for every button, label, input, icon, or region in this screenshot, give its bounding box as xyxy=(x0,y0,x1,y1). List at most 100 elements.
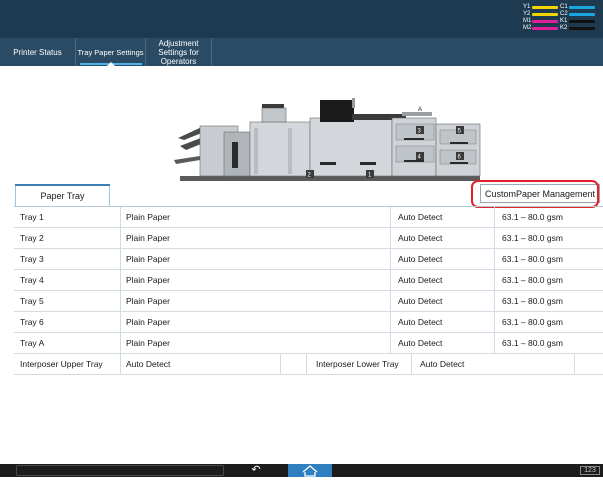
tray-paper-type: Plain Paper xyxy=(126,233,170,243)
tray-row[interactable]: Tray 3 Plain Paper Auto Detect 63.1 – 80.0 … xyxy=(14,249,603,270)
tab-printer-status-label: Printer Status xyxy=(13,47,62,57)
tray-paper-weight: 63.1 – 80.0 gsm xyxy=(502,296,563,306)
toner-bar xyxy=(569,6,595,9)
tray-paper-size: Auto Detect xyxy=(398,212,443,222)
tray-row[interactable]: Tray A Plain Paper Auto Detect 63.1 – 80.0 … xyxy=(14,333,603,354)
tray-paper-size: Auto Detect xyxy=(398,338,443,348)
tray-paper-weight: 63.1 – 80.0 gsm xyxy=(502,233,563,243)
toner-label: C2 xyxy=(560,11,568,17)
tray-name: Tray 2 xyxy=(20,233,44,243)
column-divider xyxy=(494,228,495,248)
tray-row[interactable]: Tray 2 Plain Paper Auto Detect 63.1 – 80.0 … xyxy=(14,228,603,249)
tray-name: Tray 5 xyxy=(20,296,44,306)
column-divider xyxy=(574,354,575,374)
keyboard-toggle-button[interactable]: 123 xyxy=(580,466,600,475)
column-divider xyxy=(494,270,495,290)
paper-tray-tab-label: Paper Tray xyxy=(40,190,85,201)
keyboard-toggle-label: 123 xyxy=(584,467,596,474)
toner-label: M1 xyxy=(523,18,532,24)
column-divider xyxy=(120,270,121,290)
column-divider xyxy=(390,249,391,269)
toner-bar xyxy=(569,27,595,30)
tray-paper-type: Plain Paper xyxy=(126,296,170,306)
back-arrow-icon: ↶ xyxy=(251,464,261,476)
tray-name: Tray 1 xyxy=(20,212,44,222)
toner-label: C1 xyxy=(560,4,568,10)
interposer-upper-value[interactable]: Auto Detect xyxy=(126,354,170,374)
toner-label: M2 xyxy=(523,25,532,31)
column-divider xyxy=(120,207,121,227)
toner-bar xyxy=(569,20,595,23)
interposer-lower-label: Interposer Lower Tray xyxy=(316,359,399,369)
column-divider xyxy=(390,291,391,311)
tab-tray-paper-settings-label: Tray Paper Settings xyxy=(77,47,144,57)
top-status-bar: Y1 C1 Y2 C2 M1 K1 M2 K2 xyxy=(0,0,603,38)
toner-bar xyxy=(532,20,558,23)
home-button[interactable] xyxy=(288,464,332,477)
tray-paper-weight: 63.1 – 80.0 gsm xyxy=(502,317,563,327)
toner-label: K1 xyxy=(560,18,568,24)
interposer-lower-value[interactable]: Auto Detect xyxy=(420,354,464,374)
tray-paper-size: Auto Detect xyxy=(398,317,443,327)
toner-m1: M1 xyxy=(523,18,560,25)
tray-paper-weight: 63.1 – 80.0 gsm xyxy=(502,254,563,264)
tray-paper-size: Auto Detect xyxy=(398,254,443,264)
toner-c1: C1 xyxy=(560,4,597,11)
tray-paper-type: Plain Paper xyxy=(126,317,170,327)
active-tab-notch xyxy=(105,62,116,67)
column-divider xyxy=(120,333,121,353)
printer-machine-illustration: A 3 5 4 6 2 1 xyxy=(174,98,481,181)
tray-paper-type: Plain Paper xyxy=(126,275,170,285)
tray-paper-weight: 63.1 – 80.0 gsm xyxy=(502,338,563,348)
home-icon xyxy=(302,465,318,477)
interposer-upper-label: Interposer Upper Tray xyxy=(20,359,103,369)
toner-row: M1 K1 xyxy=(523,18,597,25)
bottom-system-bar: ↶ 123 xyxy=(0,464,603,477)
tray-row[interactable]: Tray 5 Plain Paper Auto Detect 63.1 – 80.0 … xyxy=(14,291,603,312)
toner-bar xyxy=(532,13,558,16)
toner-y1: Y1 xyxy=(523,4,560,11)
tray-name: Tray 6 xyxy=(20,317,44,327)
column-divider xyxy=(494,207,495,227)
tray-row[interactable]: Tray 1 Plain Paper Auto Detect 63.1 – 80.0 … xyxy=(14,207,603,228)
column-divider xyxy=(390,270,391,290)
tray-name: Tray 3 xyxy=(20,254,44,264)
column-divider xyxy=(390,333,391,353)
column-divider xyxy=(120,228,121,248)
toner-level-indicator: Y1 C1 Y2 C2 M1 K1 M2 K2 xyxy=(523,4,597,32)
tray-paper-size: Auto Detect xyxy=(398,275,443,285)
tray-label-A: A xyxy=(418,107,422,113)
tray-paper-type: Plain Paper xyxy=(126,212,170,222)
tray-name: Tray A xyxy=(20,338,45,348)
tray-name: Tray 4 xyxy=(20,275,44,285)
toner-row: M2 K2 xyxy=(523,25,597,32)
column-divider xyxy=(390,312,391,332)
tray-paper-weight: 63.1 – 80.0 gsm xyxy=(502,275,563,285)
toner-k2: K2 xyxy=(560,25,597,32)
tab-tray-paper-settings[interactable]: Tray Paper Settings xyxy=(76,38,146,67)
tray-row[interactable]: Tray 4 Plain Paper Auto Detect 63.1 – 80.0 … xyxy=(14,270,603,291)
column-divider xyxy=(411,354,412,374)
tab-bar: Printer Status Tray Paper Settings Adjus… xyxy=(0,38,603,67)
toner-row: Y2 C2 xyxy=(523,11,597,18)
tray-row[interactable]: Tray 6 Plain Paper Auto Detect 63.1 – 80.0 … xyxy=(14,312,603,333)
paper-tray-tab[interactable]: Paper Tray xyxy=(15,184,110,206)
toner-k1: K1 xyxy=(560,18,597,25)
tab-adjustment-settings[interactable]: Adjustment Settings for Operators xyxy=(146,38,212,66)
column-divider xyxy=(280,354,281,374)
column-divider xyxy=(390,228,391,248)
highlight-outline xyxy=(471,180,599,208)
tab-printer-status[interactable]: Printer Status xyxy=(0,38,76,66)
column-divider xyxy=(390,207,391,227)
tray-paper-size: Auto Detect xyxy=(398,296,443,306)
interposer-row: Interposer Upper Tray Auto Detect Interp… xyxy=(14,354,603,375)
back-button[interactable]: ↶ xyxy=(242,464,270,477)
column-divider xyxy=(120,249,121,269)
column-divider xyxy=(306,354,307,374)
tray-paper-size: Auto Detect xyxy=(398,233,443,243)
toner-c2: C2 xyxy=(560,11,597,18)
toner-bar xyxy=(569,13,595,16)
column-divider xyxy=(120,291,121,311)
toner-y2: Y2 xyxy=(523,11,560,18)
message-field xyxy=(16,465,224,476)
